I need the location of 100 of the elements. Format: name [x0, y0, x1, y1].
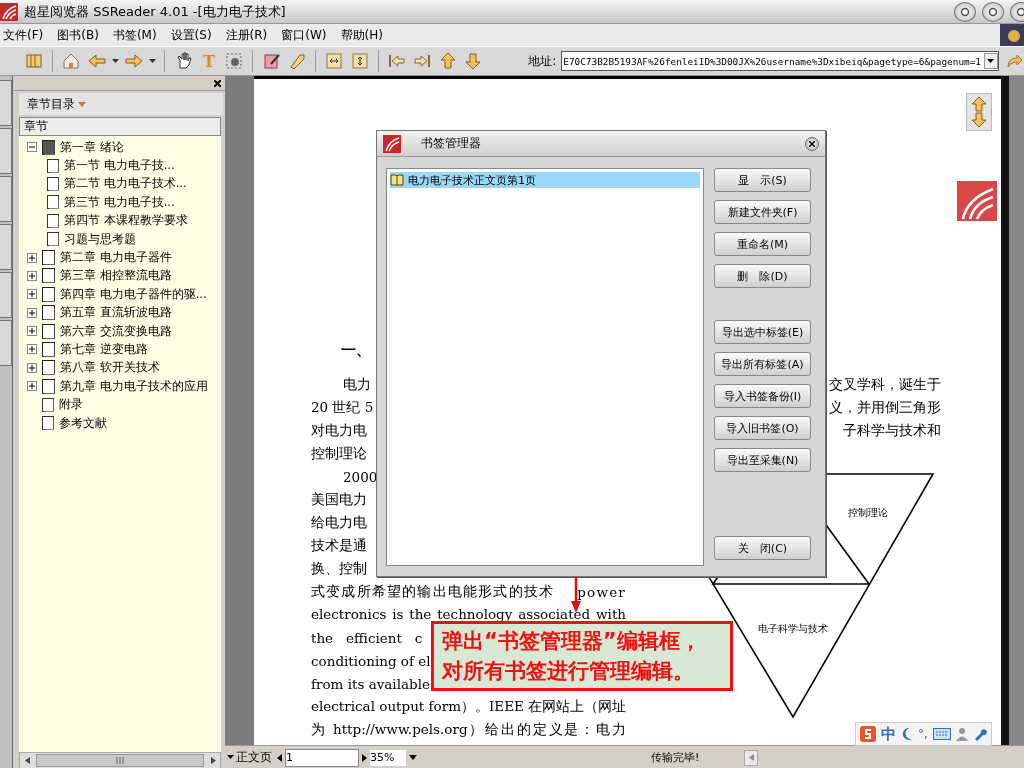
page-up-button[interactable]: [970, 96, 987, 112]
dialog-button[interactable]: 重命名(M): [714, 232, 811, 256]
fit-height-button[interactable]: [349, 50, 370, 72]
expand-icon[interactable]: [27, 344, 37, 355]
input-method-logo-icon[interactable]: [860, 726, 876, 742]
column-header[interactable]: 章节: [19, 117, 221, 136]
collapse-icon[interactable]: [27, 142, 37, 153]
fit-height-icon: [350, 52, 369, 70]
dialog-button[interactable]: 关 闭(C): [714, 536, 811, 560]
minimize-button[interactable]: [954, 1, 976, 22]
dialog-button[interactable]: 导入书签备份(I): [714, 384, 811, 408]
menu-item[interactable]: 窗口(W): [274, 26, 334, 44]
tree-item[interactable]: 第一章 绪论: [19, 138, 221, 157]
menu-item[interactable]: 设置(S): [163, 26, 219, 44]
dialog-button[interactable]: 新建文件夹(F): [714, 200, 811, 224]
dialog-button[interactable]: 导入旧书签(O): [714, 416, 811, 440]
menu-item[interactable]: 文件(F): [0, 26, 51, 44]
person-icon[interactable]: [955, 727, 968, 741]
dialog-button[interactable]: 删 除(D): [714, 264, 811, 288]
expand-icon[interactable]: [27, 381, 37, 392]
text-line: electronics is the technology associated with: [311, 605, 626, 624]
collect-logo-icon[interactable]: [956, 181, 997, 221]
expand-icon[interactable]: [27, 252, 37, 263]
moon-icon[interactable]: [901, 727, 913, 741]
caret-icon[interactable]: [409, 755, 417, 760]
text-line: 美国电力: [311, 489, 367, 509]
prev-page-icon[interactable]: [277, 753, 282, 762]
tree-item[interactable]: 习题与思考题: [19, 229, 221, 249]
tree-item[interactable]: 参考文献: [19, 413, 221, 433]
page-down-icon: [464, 52, 483, 70]
side-tab[interactable]: [0, 128, 12, 174]
fit-width-button[interactable]: [324, 50, 345, 72]
next-page-icon[interactable]: [362, 753, 367, 762]
page-icon: [47, 232, 59, 247]
menu-item[interactable]: 帮助(H): [333, 26, 390, 44]
book-icon: [42, 323, 55, 339]
left-arrow-icon: [748, 754, 754, 761]
dialog-button[interactable]: 导出至采集(N): [714, 448, 811, 472]
expand-icon[interactable]: [27, 362, 37, 373]
close-icon[interactable]: [214, 79, 221, 87]
expand-icon[interactable]: [27, 270, 37, 281]
restore-button[interactable]: [982, 1, 1004, 22]
page-icon: [47, 176, 59, 191]
tree-item[interactable]: 第一节 电力电子技...: [19, 156, 221, 175]
tree-item[interactable]: 第四节 本课程教学要求: [19, 211, 221, 230]
input-mode[interactable]: 中: [881, 724, 896, 744]
text-line: from its available: [311, 674, 430, 694]
page-down-button[interactable]: [970, 112, 987, 128]
book-icon: [25, 52, 44, 70]
expand-icon[interactable]: [27, 289, 37, 300]
text-line: 交叉学科，诞生于: [829, 375, 941, 394]
tree-item[interactable]: 第四章 电力电子器件的驱...: [19, 285, 221, 304]
tree-item[interactable]: 附录: [19, 395, 221, 414]
dialog-button[interactable]: 导出选中标签(E): [714, 320, 811, 344]
text-line: 2000: [342, 467, 378, 487]
address-dropdown[interactable]: [983, 53, 998, 69]
tree-item[interactable]: 第二节 电力电子技术...: [19, 174, 221, 194]
close-icon: [1016, 6, 1024, 17]
bookmark-item[interactable]: 电力电子技术正文页第1页: [390, 172, 700, 188]
expand-icon[interactable]: [27, 326, 37, 337]
tree-item[interactable]: 第三章 相控整流电路: [19, 266, 221, 286]
caret-icon[interactable]: [149, 58, 157, 64]
page-number-field[interactable]: 1: [285, 748, 359, 767]
side-tab[interactable]: [0, 176, 12, 222]
tree-item[interactable]: 第二章 电力电子器件: [19, 248, 221, 267]
tree-item[interactable]: 第九章 电力电子技术的应用: [19, 377, 221, 396]
punctuation-mode[interactable]: °,: [918, 727, 928, 741]
text-line: 对电力电: [311, 421, 367, 440]
dialog-button[interactable]: 导出所有标签(A): [714, 352, 811, 376]
address-field[interactable]: E70C73B2B5193AF%26fenleiID%3D00JX%26username%3Dxibeiq&pagetype=6&pagenum=1: [561, 51, 999, 71]
restore-icon: [988, 6, 998, 17]
side-tab[interactable]: [0, 320, 12, 366]
tree-item[interactable]: 第八章 软开关技术: [19, 358, 221, 378]
side-tab[interactable]: [0, 272, 12, 318]
side-tab[interactable]: [0, 224, 12, 270]
last-page-icon: [413, 52, 432, 70]
page-type-dropdown[interactable]: 正文页: [225, 749, 274, 766]
dialog-button[interactable]: 显 示(S): [714, 168, 811, 192]
menu-item[interactable]: 书签(M): [105, 26, 164, 44]
text-line: 20 世纪 5: [311, 398, 374, 417]
tree-item[interactable]: 第五章 直流斩波电路: [19, 303, 221, 322]
zoom-field[interactable]: 35%: [370, 749, 406, 766]
keyboard-icon[interactable]: [932, 728, 951, 740]
page-icon: [42, 397, 54, 412]
horizontal-scrollbar[interactable]: [19, 752, 221, 768]
expand-icon[interactable]: [27, 307, 37, 318]
book-icon: [42, 360, 55, 376]
menu-item[interactable]: 注册(R): [218, 26, 275, 44]
close-button[interactable]: [805, 136, 819, 151]
tree-item[interactable]: 第七章 逆变电路: [19, 340, 221, 359]
caret-icon[interactable]: [112, 58, 120, 64]
tree-item[interactable]: 第三节 电力电子技...: [19, 193, 221, 212]
side-tab[interactable]: [0, 80, 12, 126]
select-region-button[interactable]: [224, 50, 245, 72]
book-icon: [42, 139, 55, 155]
menu-item[interactable]: 图书(B): [50, 26, 106, 44]
left-arrow-icon: [24, 757, 30, 764]
tree-item[interactable]: 第六章 交流变换电路: [19, 321, 221, 341]
page-up-icon: [438, 52, 457, 70]
contents-dropdown[interactable]: 章节目录: [19, 93, 223, 115]
